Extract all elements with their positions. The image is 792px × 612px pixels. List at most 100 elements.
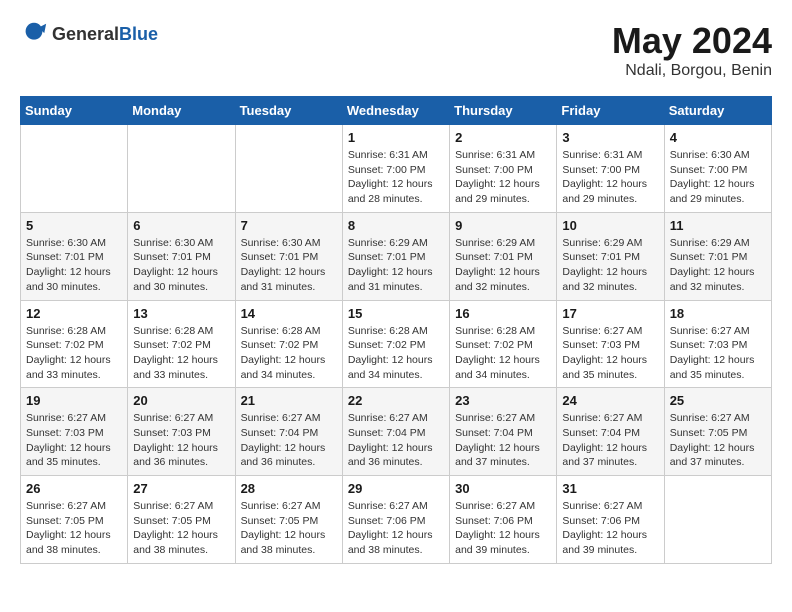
day-number: 10 xyxy=(562,218,658,233)
day-info: Sunrise: 6:29 AM Sunset: 7:01 PM Dayligh… xyxy=(670,236,766,295)
calendar-week-4: 19Sunrise: 6:27 AM Sunset: 7:03 PM Dayli… xyxy=(21,388,772,476)
calendar-cell: 16Sunrise: 6:28 AM Sunset: 7:02 PM Dayli… xyxy=(450,300,557,388)
weekday-thursday: Thursday xyxy=(450,97,557,125)
calendar-body: 1 Sunrise: 6:31 AM Sunset: 7:00 PM Daylig… xyxy=(21,125,772,564)
day-info: Sunrise: 6:27 AM Sunset: 7:04 PM Dayligh… xyxy=(455,411,551,470)
day-number: 6 xyxy=(133,218,229,233)
day-info: Sunrise: 6:27 AM Sunset: 7:03 PM Dayligh… xyxy=(562,324,658,383)
calendar-cell: 20 Sunrise: 6:27 AM Sunset: 7:03 PM Dayli… xyxy=(128,388,235,476)
weekday-tuesday: Tuesday xyxy=(235,97,342,125)
day-number: 15 xyxy=(348,306,444,321)
day-info: Sunrise: 6:27 AM Sunset: 7:04 PM Dayligh… xyxy=(241,411,337,470)
calendar-cell: 7 Sunrise: 6:30 AM Sunset: 7:01 PM Daylig… xyxy=(235,212,342,300)
weekday-saturday: Saturday xyxy=(664,97,771,125)
day-number: 24 xyxy=(562,393,658,408)
day-number: 1 xyxy=(348,130,444,145)
calendar-cell: 12 Sunrise: 6:28 AM Sunset: 7:02 PM Dayli… xyxy=(21,300,128,388)
day-info: Sunrise: 6:28 AM Sunset: 7:02 PM Dayligh… xyxy=(241,324,337,383)
calendar-cell: 8 Sunrise: 6:29 AM Sunset: 7:01 PM Daylig… xyxy=(342,212,449,300)
calendar-cell xyxy=(128,125,235,213)
calendar-cell: 17 Sunrise: 6:27 AM Sunset: 7:03 PM Dayli… xyxy=(557,300,664,388)
calendar-cell: 11 Sunrise: 6:29 AM Sunset: 7:01 PM Dayli… xyxy=(664,212,771,300)
day-info: Sunrise: 6:27 AM Sunset: 7:06 PM Dayligh… xyxy=(348,499,444,558)
calendar-cell: 19Sunrise: 6:27 AM Sunset: 7:03 PM Dayli… xyxy=(21,388,128,476)
day-info: Sunrise: 6:30 AM Sunset: 7:00 PM Dayligh… xyxy=(670,148,766,207)
day-number: 17 xyxy=(562,306,658,321)
day-number: 28 xyxy=(241,481,337,496)
day-number: 5 xyxy=(26,218,122,233)
day-info: Sunrise: 6:27 AM Sunset: 7:06 PM Dayligh… xyxy=(455,499,551,558)
calendar-week-3: 12 Sunrise: 6:28 AM Sunset: 7:02 PM Dayli… xyxy=(21,300,772,388)
calendar-cell: 24 Sunrise: 6:27 AM Sunset: 7:04 PM Dayli… xyxy=(557,388,664,476)
weekday-friday: Friday xyxy=(557,97,664,125)
day-number: 8 xyxy=(348,218,444,233)
calendar-week-1: 1 Sunrise: 6:31 AM Sunset: 7:00 PM Daylig… xyxy=(21,125,772,213)
day-info: Sunrise: 6:28 AM Sunset: 7:02 PM Dayligh… xyxy=(348,324,444,383)
day-number: 7 xyxy=(241,218,337,233)
day-info: Sunrise: 6:27 AM Sunset: 7:04 PM Dayligh… xyxy=(348,411,444,470)
calendar-cell: 10 Sunrise: 6:29 AM Sunset: 7:01 PM Dayli… xyxy=(557,212,664,300)
day-number: 9 xyxy=(455,218,551,233)
calendar-cell: 31 Sunrise: 6:27 AM Sunset: 7:06 PM Dayli… xyxy=(557,476,664,564)
calendar-cell: 14 Sunrise: 6:28 AM Sunset: 7:02 PM Dayli… xyxy=(235,300,342,388)
page-header: GeneralBlue May 2024 Ndali, Borgou, Beni… xyxy=(20,20,772,80)
logo-icon xyxy=(20,20,48,48)
day-number: 13 xyxy=(133,306,229,321)
title-section: May 2024 Ndali, Borgou, Benin xyxy=(612,20,772,80)
weekday-monday: Monday xyxy=(128,97,235,125)
day-info: Sunrise: 6:31 AM Sunset: 7:00 PM Dayligh… xyxy=(455,148,551,207)
day-number: 26 xyxy=(26,481,122,496)
calendar-week-2: 5 Sunrise: 6:30 AM Sunset: 7:01 PM Daylig… xyxy=(21,212,772,300)
day-info: Sunrise: 6:29 AM Sunset: 7:01 PM Dayligh… xyxy=(455,236,551,295)
calendar-cell: 28Sunrise: 6:27 AM Sunset: 7:05 PM Dayli… xyxy=(235,476,342,564)
calendar-cell: 4 Sunrise: 6:30 AM Sunset: 7:00 PM Daylig… xyxy=(664,125,771,213)
day-info: Sunrise: 6:28 AM Sunset: 7:02 PM Dayligh… xyxy=(455,324,551,383)
day-info: Sunrise: 6:27 AM Sunset: 7:05 PM Dayligh… xyxy=(670,411,766,470)
day-info: Sunrise: 6:29 AM Sunset: 7:01 PM Dayligh… xyxy=(562,236,658,295)
day-number: 4 xyxy=(670,130,766,145)
day-info: Sunrise: 6:28 AM Sunset: 7:02 PM Dayligh… xyxy=(26,324,122,383)
day-number: 25 xyxy=(670,393,766,408)
calendar-cell: 9 Sunrise: 6:29 AM Sunset: 7:01 PM Daylig… xyxy=(450,212,557,300)
day-number: 14 xyxy=(241,306,337,321)
day-number: 12 xyxy=(26,306,122,321)
calendar-cell: 25 Sunrise: 6:27 AM Sunset: 7:05 PM Dayli… xyxy=(664,388,771,476)
day-number: 23 xyxy=(455,393,551,408)
weekday-sunday: Sunday xyxy=(21,97,128,125)
day-number: 30 xyxy=(455,481,551,496)
day-info: Sunrise: 6:27 AM Sunset: 7:03 PM Dayligh… xyxy=(670,324,766,383)
calendar-cell: 23 Sunrise: 6:27 AM Sunset: 7:04 PM Dayli… xyxy=(450,388,557,476)
day-number: 18 xyxy=(670,306,766,321)
location-label: Ndali, Borgou, Benin xyxy=(612,62,772,80)
day-info: Sunrise: 6:28 AM Sunset: 7:02 PM Dayligh… xyxy=(133,324,229,383)
weekday-wednesday: Wednesday xyxy=(342,97,449,125)
day-number: 21 xyxy=(241,393,337,408)
calendar-cell: 29 Sunrise: 6:27 AM Sunset: 7:06 PM Dayli… xyxy=(342,476,449,564)
day-info: Sunrise: 6:31 AM Sunset: 7:00 PM Dayligh… xyxy=(562,148,658,207)
calendar-table: SundayMondayTuesdayWednesdayThursdayFrid… xyxy=(20,96,772,564)
calendar-cell: 22Sunrise: 6:27 AM Sunset: 7:04 PM Dayli… xyxy=(342,388,449,476)
logo-blue: Blue xyxy=(119,24,158,44)
day-info: Sunrise: 6:27 AM Sunset: 7:03 PM Dayligh… xyxy=(26,411,122,470)
day-info: Sunrise: 6:27 AM Sunset: 7:06 PM Dayligh… xyxy=(562,499,658,558)
day-number: 20 xyxy=(133,393,229,408)
day-info: Sunrise: 6:30 AM Sunset: 7:01 PM Dayligh… xyxy=(241,236,337,295)
logo-general: General xyxy=(52,24,119,44)
calendar-week-5: 26 Sunrise: 6:27 AM Sunset: 7:05 PM Dayli… xyxy=(21,476,772,564)
day-number: 29 xyxy=(348,481,444,496)
day-number: 27 xyxy=(133,481,229,496)
day-info: Sunrise: 6:29 AM Sunset: 7:01 PM Dayligh… xyxy=(348,236,444,295)
day-number: 11 xyxy=(670,218,766,233)
day-number: 2 xyxy=(455,130,551,145)
day-info: Sunrise: 6:27 AM Sunset: 7:05 PM Dayligh… xyxy=(26,499,122,558)
day-info: Sunrise: 6:27 AM Sunset: 7:03 PM Dayligh… xyxy=(133,411,229,470)
day-info: Sunrise: 6:27 AM Sunset: 7:05 PM Dayligh… xyxy=(133,499,229,558)
calendar-cell: 1 Sunrise: 6:31 AM Sunset: 7:00 PM Daylig… xyxy=(342,125,449,213)
calendar-cell xyxy=(235,125,342,213)
day-info: Sunrise: 6:31 AM Sunset: 7:00 PM Dayligh… xyxy=(348,148,444,207)
calendar-cell xyxy=(664,476,771,564)
day-number: 3 xyxy=(562,130,658,145)
day-number: 31 xyxy=(562,481,658,496)
calendar-cell xyxy=(21,125,128,213)
day-info: Sunrise: 6:27 AM Sunset: 7:04 PM Dayligh… xyxy=(562,411,658,470)
